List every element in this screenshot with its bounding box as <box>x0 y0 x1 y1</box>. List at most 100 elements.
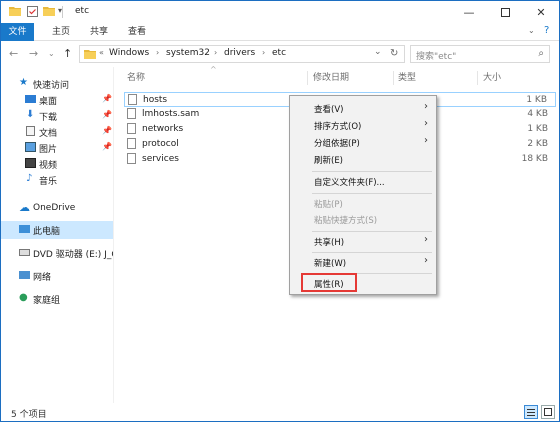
ribbon-expand-icon[interactable]: ⌄ <box>528 26 535 35</box>
column-separator[interactable] <box>307 71 308 85</box>
menu-separator <box>312 252 432 253</box>
file-name: lmhosts.sam <box>142 109 200 119</box>
title-separator <box>62 6 63 18</box>
refresh-icon[interactable]: ↻ <box>390 48 398 59</box>
file-name: services <box>142 154 179 164</box>
sidebar-item-homegroup[interactable]: ● 家庭组 <box>1 290 113 308</box>
tab-home[interactable]: 主页 <box>49 23 73 41</box>
cloud-icon: ☁ <box>19 201 30 214</box>
minimize-button[interactable]: — <box>451 1 487 23</box>
sidebar-item-label: 此电脑 <box>33 227 61 237</box>
menu-item-customize-folder[interactable]: 自定义文件夹(F)... <box>292 174 434 190</box>
menu-item-refresh[interactable]: 刷新(E) <box>292 152 434 168</box>
tab-share[interactable]: 共享 <box>87 23 111 41</box>
column-separator[interactable] <box>477 71 478 85</box>
explorer-window: ▾ etc — ✕ 文件 主页 共享 查看 ⌄ ? ← → ⌄ ↑ « Wind… <box>0 0 560 422</box>
column-header-type[interactable]: 类型 <box>398 69 416 87</box>
context-menu: 查看(V) › 排序方式(O) › 分组依据(P) › 刷新(E) 自定义文件夹… <box>289 95 437 295</box>
file-icon <box>128 94 137 105</box>
menu-item-share[interactable]: 共享(H) › <box>292 234 434 250</box>
breadcrumb-overflow[interactable]: « <box>99 48 104 57</box>
sidebar-item-this-pc[interactable]: 此电脑 <box>1 221 113 239</box>
menu-separator <box>312 231 432 232</box>
sort-up-icon: ^ <box>210 65 217 74</box>
file-name: protocol <box>142 139 179 149</box>
sidebar-item-dvd-drive[interactable]: DVD 驱动器 (E:) J_C <box>1 244 118 262</box>
sidebar-item-label: DVD 驱动器 (E:) J_C <box>33 250 118 260</box>
column-header-date[interactable]: 修改日期 <box>313 69 349 87</box>
large-icons-view-button[interactable] <box>541 405 555 419</box>
pin-icon[interactable]: 📌 <box>102 110 112 119</box>
file-icon <box>127 138 136 149</box>
title-bar: ▾ etc — ✕ <box>1 1 559 23</box>
search-icon[interactable]: ⌕ <box>538 48 544 59</box>
address-bar[interactable]: « Windows › system32 › drivers › etc ⌄ ↻ <box>79 45 405 63</box>
search-box[interactable]: 搜索"etc" ⌕ <box>410 45 550 63</box>
search-placeholder: 搜索"etc" <box>416 52 457 62</box>
file-name: hosts <box>143 95 168 105</box>
details-view-button[interactable] <box>524 405 538 419</box>
column-header-size[interactable]: 大小 <box>483 69 501 87</box>
breadcrumb-separator: › <box>262 48 266 57</box>
menu-item-label: 分组依据(P) <box>314 139 360 149</box>
file-size: 18 KB <box>521 154 548 164</box>
breadcrumb-windows[interactable]: Windows <box>109 48 149 58</box>
sidebar-item-label: 家庭组 <box>33 296 61 306</box>
pin-icon[interactable]: 📌 <box>102 94 112 103</box>
dvd-icon <box>19 249 30 256</box>
menu-item-label: 新建(W) <box>314 259 347 269</box>
help-icon[interactable]: ? <box>544 25 549 36</box>
sidebar-item-network[interactable]: 网络 <box>1 267 113 285</box>
maximize-button[interactable] <box>487 1 523 23</box>
tab-file[interactable]: 文件 <box>1 23 34 41</box>
download-icon: ⬇ <box>26 109 35 120</box>
new-folder-icon[interactable] <box>43 6 55 16</box>
menu-item-view[interactable]: 查看(V) › <box>292 101 434 117</box>
file-size: 1 KB <box>527 124 548 134</box>
breadcrumb-drivers[interactable]: drivers <box>224 48 255 58</box>
folder-icon <box>9 7 21 16</box>
file-icon <box>127 123 136 134</box>
menu-item-label: 刷新(E) <box>314 156 344 166</box>
pin-icon[interactable]: 📌 <box>102 142 112 151</box>
homegroup-icon: ● <box>19 292 28 303</box>
column-separator[interactable] <box>393 71 394 85</box>
menu-item-sort[interactable]: 排序方式(O) › <box>292 118 434 134</box>
highlight-box <box>301 273 357 292</box>
window-title: etc <box>75 6 90 16</box>
sidebar-item-music[interactable]: ♪ 音乐 <box>1 171 113 189</box>
menu-separator <box>312 193 432 194</box>
file-icon <box>127 108 136 119</box>
properties-icon[interactable] <box>27 6 38 17</box>
item-count: 5 个项目 <box>11 410 47 420</box>
picture-icon <box>25 142 36 152</box>
menu-item-group[interactable]: 分组依据(P) › <box>292 135 434 151</box>
file-icon <box>127 153 136 164</box>
back-icon[interactable]: ← <box>9 47 18 60</box>
pin-icon[interactable]: 📌 <box>102 126 112 135</box>
chevron-right-icon: › <box>424 101 428 112</box>
breadcrumb-system32[interactable]: system32 <box>166 48 210 58</box>
close-button[interactable]: ✕ <box>523 1 559 23</box>
forward-icon[interactable]: → <box>29 47 38 60</box>
sidebar-item-onedrive[interactable]: ☁ OneDrive <box>1 200 113 218</box>
menu-separator <box>312 171 432 172</box>
menu-item-paste: 粘贴(P) <box>292 196 434 212</box>
column-header-name[interactable]: 名称 <box>127 69 145 87</box>
sidebar-item-label: 网络 <box>33 273 52 283</box>
file-size: 1 KB <box>526 95 547 105</box>
desktop-icon <box>25 95 36 103</box>
menu-item-new[interactable]: 新建(W) › <box>292 255 434 271</box>
breadcrumb-etc[interactable]: etc <box>272 48 286 58</box>
recent-locations-icon[interactable]: ⌄ <box>48 49 55 58</box>
folder-icon <box>84 50 96 59</box>
large-icons-view-icon <box>544 408 552 416</box>
sidebar-item-label: 图片 <box>39 145 58 155</box>
close-icon: ✕ <box>536 5 546 19</box>
up-icon[interactable]: ↑ <box>63 47 72 60</box>
chevron-right-icon: › <box>424 135 428 146</box>
tab-view[interactable]: 查看 <box>125 23 149 41</box>
address-dropdown-icon[interactable]: ⌄ <box>374 47 382 57</box>
status-bar: 5 个项目 <box>1 403 559 421</box>
menu-item-paste-shortcut: 粘贴快捷方式(S) <box>292 212 434 228</box>
